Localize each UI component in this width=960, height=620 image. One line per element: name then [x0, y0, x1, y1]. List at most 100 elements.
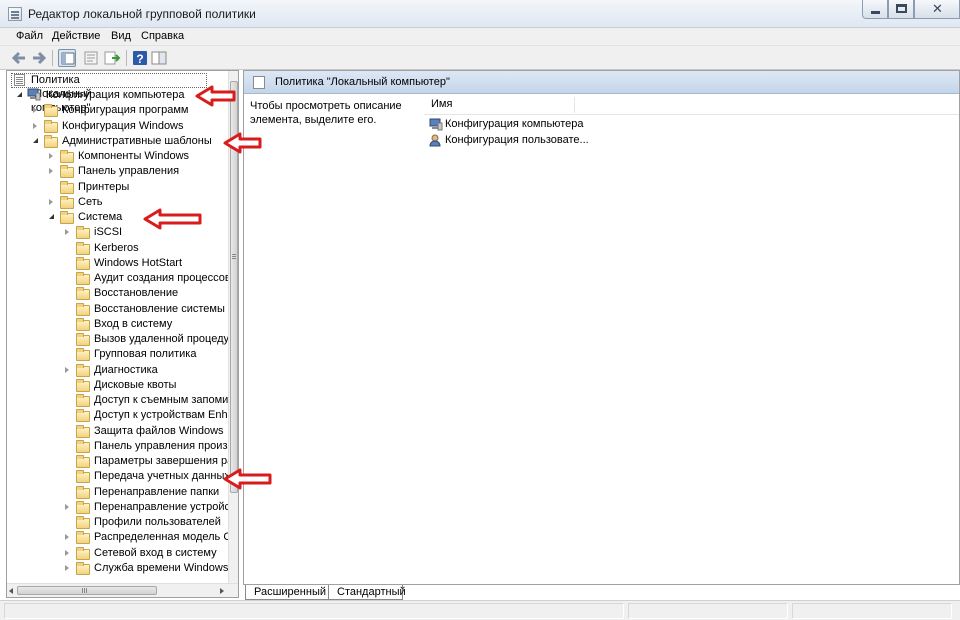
folder-icon	[44, 135, 58, 148]
tree-item-label: Сеть	[78, 196, 103, 208]
show-hide-tree-icon[interactable]	[58, 49, 76, 67]
tree-item[interactable]: Панель управления производительностью	[7, 439, 238, 454]
tree-item[interactable]: Служба времени Windows	[7, 561, 229, 576]
collapsed-chevron-icon[interactable]	[65, 367, 69, 373]
folder-icon	[76, 242, 90, 255]
extended-view-icon[interactable]	[150, 49, 168, 67]
tree-pane[interactable]: Политика "Локальный компьютер" Конфигура…	[6, 70, 239, 598]
back-arrow-icon[interactable]	[10, 49, 28, 67]
tree-item[interactable]: Перенаправление папки	[7, 485, 227, 500]
tree-horizontal-scroll-thumb[interactable]	[17, 586, 157, 595]
folder-icon	[76, 470, 90, 483]
toolbar-separator	[52, 50, 53, 66]
status-cell-main	[4, 603, 624, 619]
folder-icon	[76, 455, 90, 468]
collapsed-chevron-icon[interactable]	[49, 199, 53, 205]
menu-help[interactable]: Справка	[141, 30, 184, 42]
tree-item[interactable]: Вход в систему	[7, 317, 227, 332]
tree-item[interactable]: Распределенная модель COM	[7, 530, 238, 545]
collapsed-chevron-icon[interactable]	[65, 550, 69, 556]
tree-item-label: Панель управления производительностью	[94, 440, 238, 452]
tree-item[interactable]: Дисковые квоты	[7, 378, 227, 393]
tree-item[interactable]: Доступ к устройствам Enhanced	[7, 408, 238, 423]
tree-item-label: Принтеры	[78, 181, 130, 193]
column-name-header[interactable]: Имя	[431, 98, 452, 110]
tree-item[interactable]: Windows HotStart	[7, 256, 227, 271]
tree-item[interactable]: Принтеры	[7, 180, 227, 195]
expanded-chevron-icon[interactable]	[49, 214, 54, 219]
user-icon	[429, 134, 441, 147]
scroll-right-icon[interactable]	[220, 588, 224, 594]
tree-item[interactable]: Передача учетных данных	[7, 469, 230, 484]
tree-item[interactable]: Групповая политика	[7, 347, 227, 362]
tree-item[interactable]: Перенаправление устройств	[7, 500, 238, 515]
status-cell-2	[628, 603, 788, 619]
menu-view[interactable]: Вид	[111, 30, 131, 42]
tree-item[interactable]: Kerberos	[7, 241, 227, 256]
collapsed-chevron-icon[interactable]	[65, 534, 69, 540]
expanded-chevron-icon[interactable]	[33, 138, 38, 143]
tree-item[interactable]: Сетевой вход в систему	[7, 546, 227, 561]
folder-icon	[76, 562, 90, 575]
tree-item[interactable]: Профили пользователей	[7, 515, 227, 530]
tree-item-label: Параметры завершения работы	[94, 455, 238, 467]
tree-item[interactable]: Аудит создания процессов	[7, 271, 231, 286]
folder-icon	[60, 211, 74, 224]
collapsed-chevron-icon[interactable]	[33, 107, 37, 113]
view-tabs: Расширенный Стандартный	[243, 584, 960, 600]
collapsed-chevron-icon[interactable]	[65, 229, 69, 235]
tree-item-label: iSCSI	[94, 226, 123, 238]
scroll-left-icon[interactable]	[9, 588, 13, 594]
expanded-chevron-icon[interactable]	[17, 92, 22, 97]
menu-file[interactable]: Файл	[16, 30, 43, 42]
help-icon[interactable]: ?	[131, 49, 149, 67]
maximize-icon	[896, 4, 907, 13]
toolbar-separator	[126, 50, 127, 66]
computer-icon	[429, 118, 443, 131]
tree-item[interactable]: Административные шаблоны	[7, 134, 227, 149]
folder-icon	[60, 181, 74, 194]
tree-item[interactable]: Восстановление системы	[7, 302, 227, 317]
tree-item-label: Служба времени Windows	[94, 562, 229, 574]
folder-icon	[76, 531, 90, 544]
folder-icon	[76, 303, 90, 316]
list-item-label: Конфигурация пользовате...	[445, 134, 589, 146]
tree-item[interactable]: Компоненты Windows	[7, 149, 227, 164]
tree-item-label: Конфигурация компьютера	[46, 89, 185, 101]
title-bar: Редактор локальной групповой политики ✕	[0, 0, 960, 28]
collapsed-chevron-icon[interactable]	[33, 123, 37, 129]
close-button[interactable]: ✕	[914, 0, 960, 19]
tree-item[interactable]: Восстановление	[7, 286, 227, 301]
tree-item[interactable]: Параметры завершения работы	[7, 454, 238, 469]
maximize-button[interactable]	[888, 0, 914, 19]
folder-icon	[76, 226, 90, 239]
folder-icon	[76, 333, 90, 346]
tree-item[interactable]: Защита файлов Windows	[7, 424, 227, 439]
menu-bar: Файл Действие Вид Справка	[0, 28, 960, 46]
list-item-label: Конфигурация компьютера	[445, 118, 584, 130]
tab-standard[interactable]: Стандартный	[329, 585, 406, 600]
tree-horizontal-scrollbar[interactable]	[7, 583, 238, 597]
tree-item[interactable]: Панель управления	[7, 164, 227, 179]
collapsed-chevron-icon[interactable]	[65, 504, 69, 510]
tree-item-label: Дисковые квоты	[94, 379, 177, 391]
column-divider[interactable]	[574, 97, 575, 113]
collapsed-chevron-icon[interactable]	[65, 565, 69, 571]
minimize-button[interactable]	[862, 0, 888, 19]
tree-item[interactable]: Диагностика	[7, 363, 227, 378]
export-list-icon[interactable]	[103, 49, 121, 67]
collapsed-chevron-icon[interactable]	[49, 168, 53, 174]
tab-extended[interactable]: Расширенный	[245, 585, 329, 600]
tree-item-label: Защита файлов Windows	[94, 425, 224, 437]
status-cell-3	[792, 603, 952, 619]
menu-action[interactable]: Действие	[52, 30, 100, 42]
tree-item[interactable]: Вызов удаленной процедуры	[7, 332, 238, 347]
annotation-arrow-icon	[194, 84, 254, 108]
properties-icon[interactable]	[82, 49, 100, 67]
tree-item-label: Вызов удаленной процедуры	[94, 333, 239, 345]
tree-item[interactable]: Доступ к съемным запоминающим	[7, 393, 238, 408]
collapsed-chevron-icon[interactable]	[49, 153, 53, 159]
tree-item-label: Передача учетных данных	[94, 470, 230, 482]
tree-item[interactable]: Конфигурация Windows	[7, 119, 227, 134]
forward-arrow-icon[interactable]	[30, 49, 48, 67]
